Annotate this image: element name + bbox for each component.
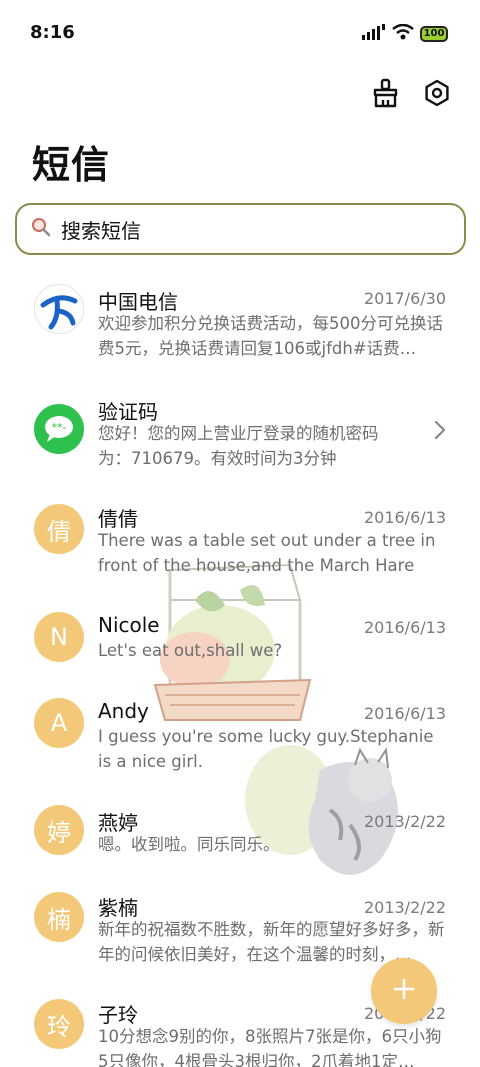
- wifi-icon: [392, 23, 414, 44]
- avatar: N: [34, 612, 84, 662]
- message-date: 2013/2/22: [363, 898, 446, 917]
- search-icon: [31, 217, 51, 241]
- contact-name: Andy: [98, 699, 149, 723]
- avatar: 倩: [34, 504, 84, 554]
- avatar: 婷: [34, 805, 84, 855]
- message-preview: I guess you're some lucky guy.Stephanie …: [98, 727, 434, 771]
- message-preview: Let's eat out,shall we?: [98, 641, 283, 660]
- signal-icon: [362, 24, 386, 44]
- new-message-button[interactable]: [371, 958, 437, 1024]
- message-preview: 嗯。收到啦。同乐同乐。: [98, 835, 280, 854]
- page-title: 短信: [32, 143, 111, 187]
- message-preview: 欢迎参加积分兑换话费活动，每500分可兑换话费5元，兑换话费请回复106或jfd…: [98, 314, 443, 358]
- top-actions: [368, 76, 454, 110]
- avatar: A: [34, 698, 84, 748]
- list-item[interactable]: 倩 倩倩 2016/6/13 There was a table set out…: [0, 490, 480, 600]
- settings-icon[interactable]: [420, 76, 454, 110]
- message-bubble-icon: **-: [34, 404, 84, 454]
- message-date: 2017/6/30: [363, 289, 446, 308]
- list-item[interactable]: 中国电信 2017/6/30 欢迎参加积分兑换话费活动，每500分可兑换话费5元…: [0, 270, 480, 380]
- search-input[interactable]: 搜索短信: [15, 203, 466, 255]
- list-item[interactable]: N Nicole 2016/6/13 Let's eat out,shall w…: [0, 600, 480, 686]
- status-icons: 100: [362, 23, 448, 44]
- avatar: 玲: [34, 999, 84, 1049]
- svg-text:**-: **-: [52, 421, 67, 434]
- message-date: 2013/2/22: [363, 812, 446, 831]
- message-date: 2016/6/13: [363, 508, 446, 527]
- avatar: 楠: [34, 892, 84, 942]
- message-date: 2016/6/13: [363, 704, 446, 723]
- message-preview: There was a table set out under a tree i…: [98, 531, 436, 575]
- message-preview: 10分想念9别的你，8张照片7张是你，6只小狗5只像你，4根骨头3根归你，2爪着…: [98, 1027, 442, 1067]
- clean-brush-icon[interactable]: [368, 76, 402, 110]
- china-telecom-logo-icon: [34, 284, 84, 334]
- list-item[interactable]: A Andy 2016/6/13 I guess you're some luc…: [0, 686, 480, 796]
- search-placeholder: 搜索短信: [61, 218, 141, 243]
- plus-icon: [393, 978, 415, 1004]
- status-bar: 8:16 100: [0, 0, 480, 68]
- message-date: 2016/6/13: [363, 618, 446, 637]
- battery-icon: 100: [420, 26, 448, 42]
- list-item[interactable]: 婷 燕婷 2013/2/22 嗯。收到啦。同乐同乐。: [0, 796, 480, 884]
- chevron-right-icon[interactable]: [434, 420, 446, 444]
- status-time: 8:16: [30, 22, 75, 43]
- contact-name: Nicole: [98, 613, 160, 637]
- message-preview: 您好！您的网上营业厅登录的随机密码为：710679。有效时间为3分钟: [98, 424, 379, 468]
- list-item[interactable]: **- 验证码 您好！您的网上营业厅登录的随机密码为：710679。有效时间为3…: [0, 380, 480, 490]
